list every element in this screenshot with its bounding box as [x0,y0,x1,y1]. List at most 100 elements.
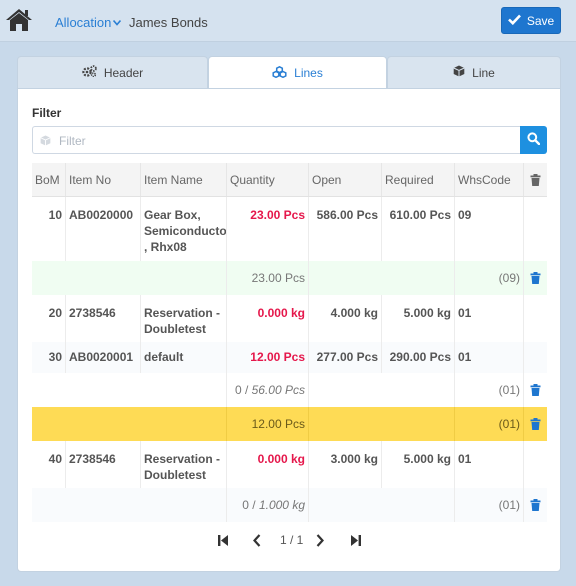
bom-cell: 10 [48,208,62,222]
required-cell: 610.00 Pcs [381,197,454,261]
trash-icon[interactable] [523,163,547,196]
col-open[interactable]: Open [308,163,381,196]
empty-cell [32,261,226,295]
allocation-row[interactable]: 23.00 Pcs (09) [32,261,547,295]
item-no-cell: 2738546 [65,295,140,342]
table-row[interactable]: 30 AB0020001 default 12.00 Pcs 277.00 Pc… [32,342,547,373]
required-cell: 5.000 kg [381,441,454,488]
search-icon [527,132,541,148]
required-cell: 5.000 kg [381,295,454,342]
quantity-cell: 0.000 kg [226,441,308,488]
delete-icon[interactable] [523,488,547,522]
allocation-row-selected[interactable]: 12.00 Pcs (01) [32,407,547,441]
allocation-row[interactable]: 0 / 1.000 kg (01) [32,488,547,522]
user-name: James Bonds [129,15,208,30]
check-icon [507,14,521,28]
tab-line-label: Line [472,65,495,80]
item-name-cell: default [140,342,226,373]
col-item-name[interactable]: Item Name [140,163,226,196]
empty-cell [523,342,547,373]
empty-cell [308,407,454,441]
empty-cell [308,261,454,295]
allocation-menu[interactable]: Allocation [55,15,122,30]
top-bar: Allocation James Bonds Save [0,0,576,42]
allocated-whscode: (01) [454,407,523,441]
open-cell: 586.00 Pcs [308,197,381,261]
tab-lines[interactable]: Lines [208,56,387,89]
allocated-prefix: 0 / [242,498,259,512]
open-cell: 3.000 kg [308,441,381,488]
chevron-down-icon [113,18,122,29]
bom-cell: 40 [48,452,62,466]
allocation-menu-label: Allocation [55,15,112,30]
allocated-total: 1.000 kg [258,498,305,512]
item-no-cell: 2738546 [65,441,140,488]
open-cell: 277.00 Pcs [308,342,381,373]
empty-cell [523,295,547,342]
allocated-whscode: (01) [454,488,523,522]
quantity-cell: 23.00 Pcs [226,197,308,261]
search-button[interactable] [520,126,547,154]
last-page-icon[interactable] [347,531,365,549]
required-cell: 290.00 Pcs [381,342,454,373]
cubes-icon [272,65,287,81]
cube-icon [40,135,51,149]
empty-cell [32,488,226,522]
empty-cell [308,373,454,407]
empty-cell [308,488,454,522]
whscode-cell: 01 [454,342,523,373]
col-item-no[interactable]: Item No [65,163,140,196]
delete-icon[interactable] [523,407,547,441]
home-icon[interactable] [5,8,33,32]
open-cell: 4.000 kg [308,295,381,342]
quantity-cell: 12.00 Pcs [226,342,308,373]
table-row[interactable]: 10 AB0020000 Gear Box, Semiconductor , R… [32,197,547,261]
lines-panel: Filter BoM Item No Item Name Quantity Op… [17,88,561,572]
cube-icon [453,65,465,80]
page-indicator: 1 / 1 [280,533,304,547]
item-no-cell: AB0020001 [65,342,140,373]
delete-icon[interactable] [523,261,547,295]
item-name-cell: Reservation - Doubletest [140,441,226,488]
tab-header[interactable]: Header [17,56,208,88]
allocated-prefix: 0 / [234,383,252,397]
gears-icon [82,65,97,80]
empty-cell [32,373,226,407]
table-row[interactable]: 20 2738546 Reservation - Doubletest 0.00… [32,295,547,342]
whscode-cell: 01 [454,295,523,342]
filter-input[interactable] [59,132,509,150]
item-name-cell: Reservation - Doubletest [140,295,226,342]
table-header: BoM Item No Item Name Quantity Open Requ… [32,163,547,197]
empty-cell [32,407,226,441]
allocated-quantity: 0 / 1.000 kg [226,488,308,522]
whscode-cell: 09 [454,197,523,261]
save-button[interactable]: Save [501,7,561,34]
bom-cell: 30 [48,350,62,364]
col-quantity[interactable]: Quantity [226,163,308,196]
delete-icon[interactable] [523,373,547,407]
table-row[interactable]: 40 2738546 Reservation - Doubletest 0.00… [32,441,547,488]
allocated-total: 56.00 Pcs [251,383,305,397]
tab-line[interactable]: Line [387,56,561,88]
tab-header-label: Header [103,65,144,80]
first-page-icon[interactable] [214,531,232,549]
empty-cell [523,441,547,488]
filter-field[interactable] [32,126,520,154]
col-bom[interactable]: BoM [32,163,65,196]
bom-cell: 20 [48,306,62,320]
item-name-cell: Gear Box, Semiconductor , Rhx08 [140,197,226,261]
previous-page-icon[interactable] [248,531,266,549]
pagination: 1 / 1 [18,529,562,551]
allocation-row[interactable]: 0 / 56.00 Pcs (01) [32,373,547,407]
allocated-quantity: 12.00 Pcs [226,407,308,441]
col-required[interactable]: Required [381,163,454,196]
tab-bar: Header Lines Line [17,56,561,89]
next-page-icon[interactable] [311,531,329,549]
whscode-cell: 01 [454,441,523,488]
save-label: Save [526,13,555,28]
allocated-whscode: (01) [454,373,523,407]
col-whscode[interactable]: WhsCode [454,163,523,196]
filter-label: Filter [32,106,62,120]
allocated-quantity: 23.00 Pcs [226,261,308,295]
quantity-cell: 0.000 kg [226,295,308,342]
